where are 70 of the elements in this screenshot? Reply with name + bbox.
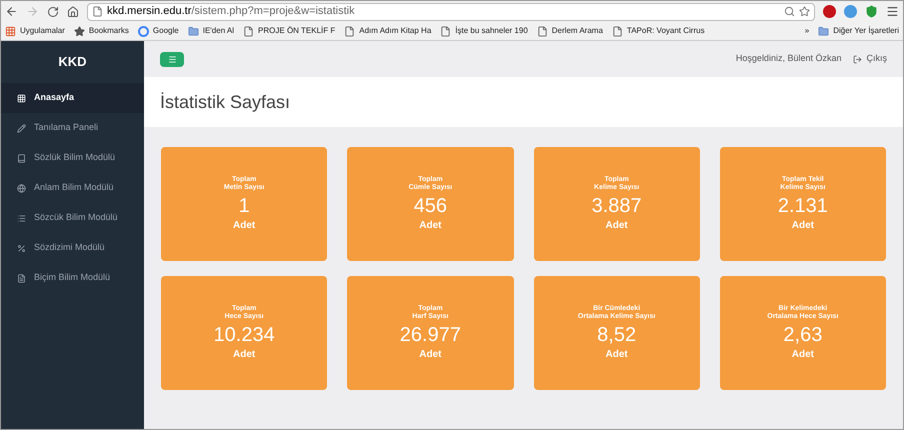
page-icon [92, 6, 103, 17]
stat-value: 2.131 [778, 194, 828, 218]
extension-icon[interactable] [823, 5, 836, 18]
stat-value: 26.977 [400, 322, 461, 346]
folder-icon [818, 26, 830, 36]
pencil-icon [17, 124, 26, 132]
bookmark[interactable]: Derlem Arama [536, 25, 603, 37]
star-icon[interactable] [799, 6, 810, 17]
sidebar-item[interactable]: Sözcük Bilim Modülü [1, 203, 144, 233]
apps-icon [5, 26, 16, 36]
bookmark[interactable]: Adım Adım Kitap Ha [344, 25, 432, 37]
shield-icon[interactable] [865, 5, 878, 18]
page-icon [243, 26, 254, 36]
logout-link[interactable]: Çıkış [853, 52, 887, 66]
folder-icon [188, 26, 199, 36]
bookmark[interactable]: Uygulamalar [5, 25, 65, 37]
stat-value: 1 [238, 194, 250, 218]
unit-label: Adet [419, 348, 442, 362]
bookmark[interactable]: TAPoR: Voyant Cirrus [612, 25, 705, 37]
unit-label: Adet [606, 218, 628, 232]
bookmark[interactable]: İşte bu sahneler 190 [440, 25, 528, 37]
stat-value: 2,63 [783, 322, 822, 346]
page-icon [440, 26, 452, 36]
list-icon [17, 214, 26, 222]
globe-icon [17, 184, 26, 192]
menu-icon[interactable] [886, 5, 899, 18]
stat-value: 10.234 [214, 322, 275, 346]
sidebar-item[interactable]: Sözdizimi Modülü [1, 233, 144, 263]
reload-icon[interactable] [47, 6, 59, 18]
back-icon[interactable] [5, 5, 18, 18]
page-title: İstatistik Sayfası [160, 90, 290, 114]
menu-icon [168, 54, 176, 64]
unit-label: Adet [233, 348, 256, 362]
welcome-text: Hoşgeldiniz, Bülent Özkan [736, 52, 842, 66]
star-icon [74, 26, 85, 36]
unit-label: Adet [233, 218, 256, 232]
brand: KKD [57, 53, 88, 72]
address-bar[interactable]: kkd.mersin.edu.tr/sistem.php?m=proje&w=istatistik [87, 2, 815, 20]
logout-icon [853, 54, 862, 64]
bookmark[interactable]: PROJE ÖN TEKLİF F [243, 25, 336, 37]
stat-value: 8,52 [597, 322, 636, 346]
bookmark[interactable]: IE'den Al [188, 25, 234, 37]
more-bookmarks[interactable]: » [804, 25, 810, 37]
extension-icon[interactable] [844, 5, 857, 18]
grid-icon [17, 94, 26, 102]
percent-icon [17, 244, 26, 252]
unit-label: Adet [792, 348, 814, 362]
unit-label: Adet [792, 218, 814, 232]
bookmark-folder[interactable]: Diğer Yer İşaretleri [818, 25, 899, 37]
bookmark[interactable]: Google [138, 25, 179, 37]
bookmark[interactable]: Bookmarks [74, 25, 129, 37]
sidebar-item[interactable]: Tanılama Paneli [1, 113, 144, 143]
sidebar-item[interactable]: Anlam Bilim Modülü [1, 173, 144, 203]
zoom-icon[interactable] [784, 6, 795, 17]
page-icon [612, 26, 623, 36]
book-icon [17, 154, 26, 162]
sidebar-item[interactable]: Biçim Bilim Modülü [1, 263, 144, 293]
google-icon [138, 26, 149, 36]
sidebar-item[interactable]: Sözlük Bilim Modülü [1, 143, 144, 173]
unit-label: Adet [606, 348, 628, 362]
page-icon [536, 26, 548, 36]
menu-button[interactable] [160, 52, 184, 66]
document-icon [17, 274, 26, 282]
stat-value: 456 [414, 194, 448, 218]
home-icon[interactable] [67, 6, 79, 18]
stat-value: 3.887 [592, 194, 642, 218]
sidebar-item[interactable]: Anasayfa [1, 83, 144, 113]
page-icon [344, 26, 356, 36]
url-text: kkd.mersin.edu.tr/sistem.php?m=proje&w=istatistik [107, 4, 355, 20]
unit-label: Adet [419, 218, 442, 232]
